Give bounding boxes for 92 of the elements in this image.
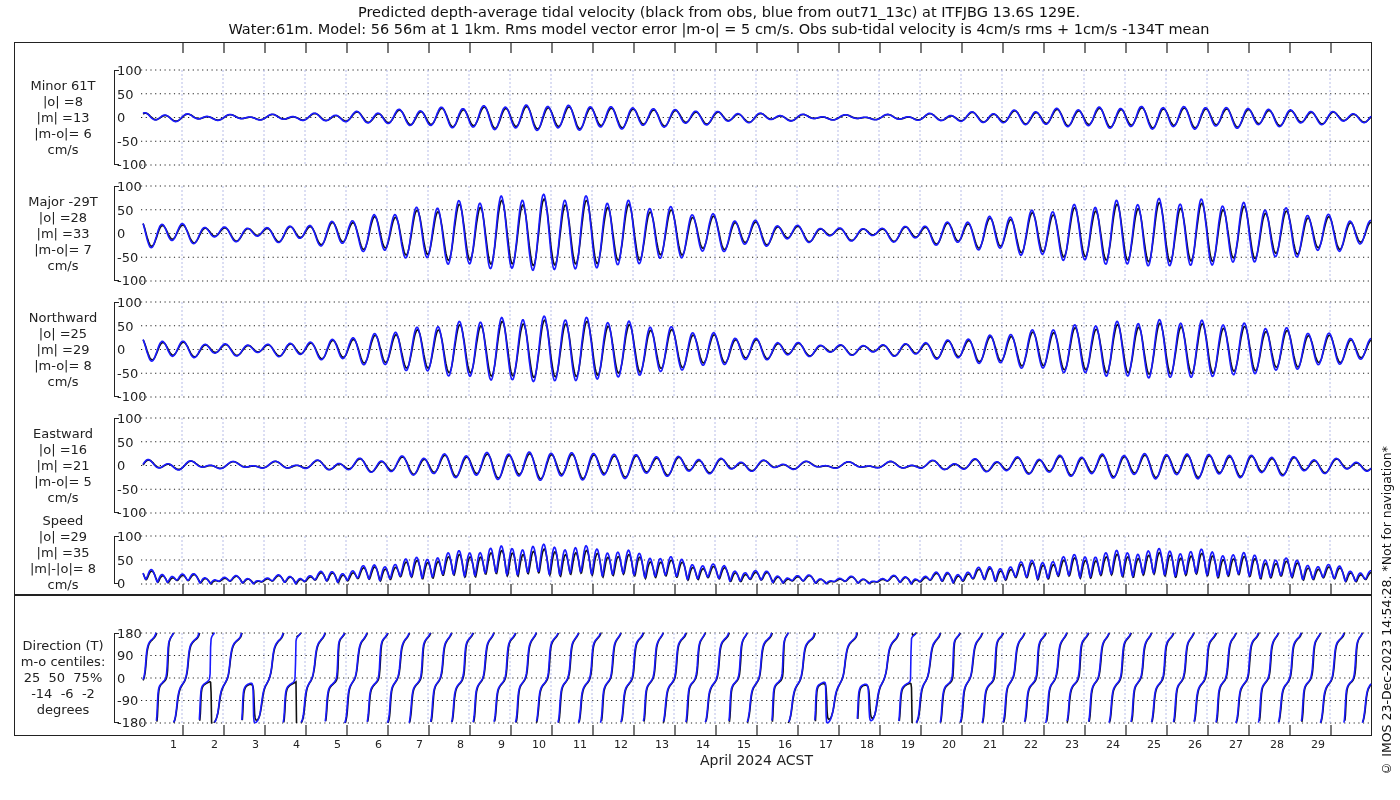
y-tick-label: -50 xyxy=(116,133,139,149)
x-tick-label: 20 xyxy=(941,738,957,752)
panel-label: Major -29T xyxy=(28,193,98,210)
y-tick-label: -180 xyxy=(116,715,147,730)
y-tick-label: -50 xyxy=(116,249,139,265)
panel-label: Minor 61T xyxy=(30,77,96,94)
y-tick-label: 50 xyxy=(116,552,134,568)
y-tick-label: 0 xyxy=(116,458,126,473)
x-tick-label: 4 xyxy=(292,738,301,752)
panel-label: |o| =16 xyxy=(38,441,88,458)
y-tick-label: 50 xyxy=(116,434,134,450)
x-tick-label: 19 xyxy=(900,738,916,752)
panel-label: Northward xyxy=(28,309,98,326)
panel-label: |m| =21 xyxy=(36,457,90,474)
panel-label: |o| =8 xyxy=(43,93,83,110)
panel-label: cm/s xyxy=(47,141,79,158)
chart-title: Water:61m. Model: 56 56m at 1 1km. Rms model vector error |m-o| = 5 cm/s. Obs sub-tidal velocity is 4cm/s rms + 1cm/s -134T mean xyxy=(228,21,1210,38)
panel-label: |o| =28 xyxy=(38,209,88,226)
y-tick-label: 100 xyxy=(116,63,142,78)
y-tick-label: 0 xyxy=(116,342,126,357)
panel-label: cm/s xyxy=(47,257,79,274)
y-axis-line xyxy=(114,536,119,584)
y-tick-label: 50 xyxy=(116,318,134,334)
x-tick-label: 8 xyxy=(456,738,465,752)
panel-label: |m| =35 xyxy=(36,545,90,561)
x-tick-label: 7 xyxy=(415,738,424,752)
panel-label: |m| =33 xyxy=(36,225,90,242)
panel-label: m-o centiles: xyxy=(20,654,106,670)
panel-label: |o| =25 xyxy=(38,325,88,342)
x-tick-label: 27 xyxy=(1228,738,1244,752)
panel-label: cm/s xyxy=(47,373,79,390)
panel-label: |m-o|= 8 xyxy=(34,357,92,374)
panel-label: |m-o|= 7 xyxy=(34,241,92,258)
y-tick-label: -90 xyxy=(116,692,139,708)
y-tick-label: 100 xyxy=(116,295,142,310)
panel-label: cm/s xyxy=(47,577,79,593)
x-tick-label: 18 xyxy=(859,738,875,752)
x-tick-label: 10 xyxy=(531,738,547,752)
x-tick-label: 23 xyxy=(1064,738,1080,752)
x-tick-label: 11 xyxy=(572,738,588,752)
y-tick-label: 50 xyxy=(116,202,134,218)
y-tick-label: 100 xyxy=(116,179,142,194)
y-tick-label: -100 xyxy=(116,157,147,172)
copyright-note: © IMOS 23-Dec-2023 14:54:28. *Not for navigation* xyxy=(1378,446,1394,776)
x-tick-label: 9 xyxy=(497,738,506,752)
chart-title: Predicted depth-average tidal velocity (black from obs, blue from out71_13c) at ITFJBG 13.6S 129E. xyxy=(357,4,1081,21)
x-tick-label: 28 xyxy=(1269,738,1285,752)
panel-label: cm/s xyxy=(47,489,79,506)
x-tick-label: 29 xyxy=(1310,738,1326,752)
panel-label: -14 -6 -2 xyxy=(31,686,95,702)
x-tick-label: 17 xyxy=(818,738,834,752)
x-tick-label: 26 xyxy=(1187,738,1203,752)
y-tick-label: 0 xyxy=(116,226,126,241)
y-tick-label: 0 xyxy=(116,670,126,686)
x-tick-label: 25 xyxy=(1146,738,1162,752)
panel-label: degrees xyxy=(36,702,90,718)
panel-label: |o| =29 xyxy=(38,529,88,545)
x-tick-label: 21 xyxy=(982,738,998,752)
y-tick-label: 100 xyxy=(116,411,142,426)
x-tick-label: 3 xyxy=(251,738,260,752)
y-tick-label: 0 xyxy=(116,110,126,125)
x-tick-label: 2 xyxy=(210,738,219,752)
x-tick-label: 1 xyxy=(169,738,178,752)
x-tick-label: 15 xyxy=(736,738,752,752)
y-tick-label: -100 xyxy=(116,273,147,288)
panel-label: Eastward xyxy=(33,425,93,442)
panel-label: Direction (T) xyxy=(22,638,104,654)
y-tick-label: -100 xyxy=(116,389,147,404)
y-tick-label: 180 xyxy=(116,626,142,641)
x-tick-label: 13 xyxy=(654,738,670,752)
y-tick-label: -50 xyxy=(116,481,139,497)
x-tick-label: 24 xyxy=(1105,738,1121,752)
x-tick-label: 5 xyxy=(333,738,342,752)
panel-label: 25 50 75% xyxy=(23,670,103,686)
panel-label: |m| =13 xyxy=(36,109,90,126)
y-tick-label: -50 xyxy=(116,365,139,381)
y-tick-label: 50 xyxy=(116,86,134,102)
y-tick-label: 90 xyxy=(116,648,134,664)
y-tick-label: 100 xyxy=(116,529,142,544)
panel-label: |m-o|= 6 xyxy=(34,125,92,142)
panel-label: |m| =29 xyxy=(36,341,90,358)
panel-label: |m-o|= 5 xyxy=(34,473,92,490)
panel-label: |m|-|o|= 8 xyxy=(29,561,97,577)
x-tick-label: 16 xyxy=(777,738,793,752)
x-axis-title: April 2024 ACST xyxy=(698,752,815,768)
x-tick-label: 12 xyxy=(613,738,629,752)
panel-label: Speed xyxy=(42,513,84,529)
y-tick-label: 0 xyxy=(116,576,126,591)
x-tick-label: 14 xyxy=(695,738,711,752)
x-tick-label: 22 xyxy=(1023,738,1039,752)
y-tick-label: -100 xyxy=(116,505,147,520)
x-tick-label: 6 xyxy=(374,738,383,752)
